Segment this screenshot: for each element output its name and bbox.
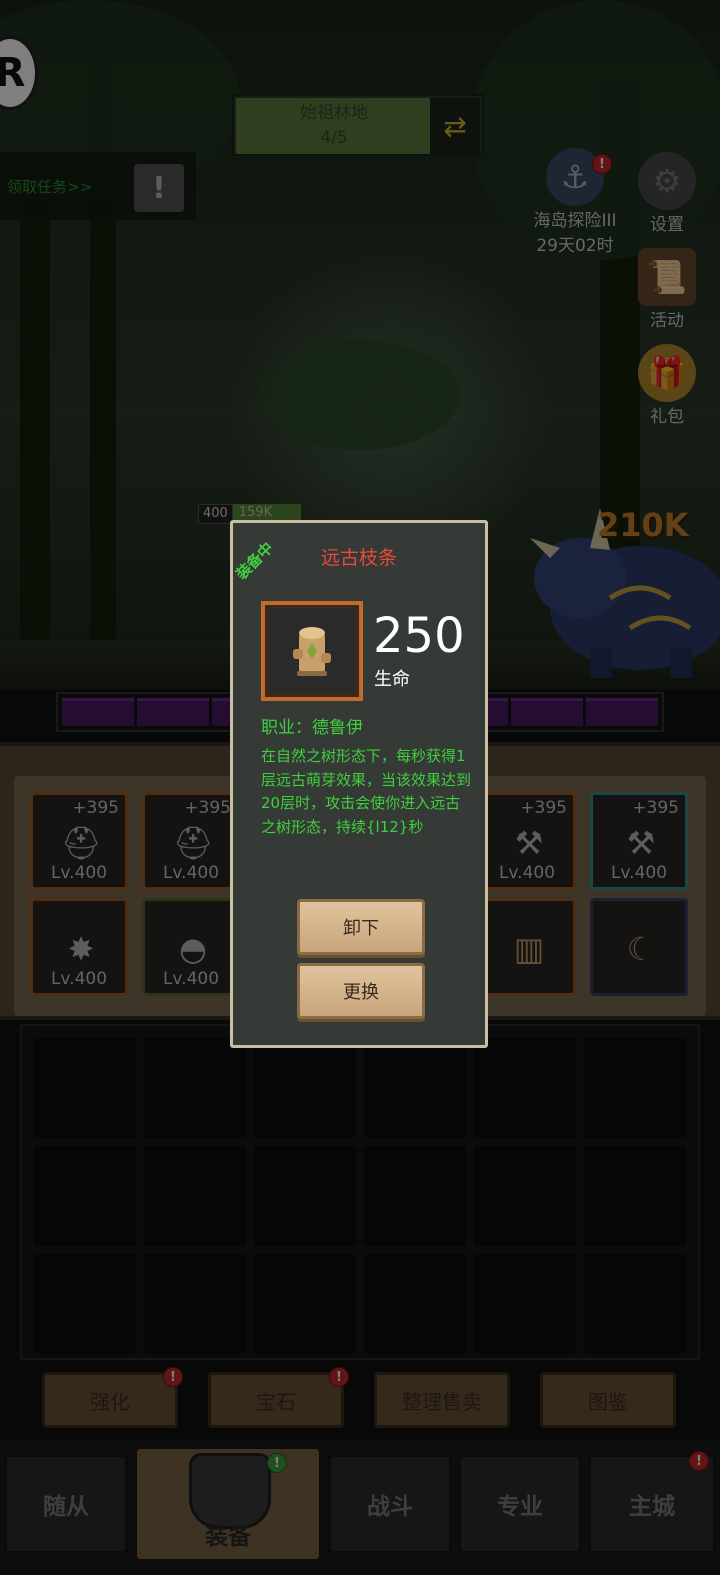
- replace-button[interactable]: 更换: [297, 963, 425, 1019]
- item-class: 职业：德鲁伊: [261, 718, 363, 738]
- wooden-branch-icon: [293, 627, 331, 676]
- unequip-button[interactable]: 卸下: [297, 899, 425, 955]
- item-description: 在自然之树形态下，每秒获得1层远古萌芽效果，当该效果达到20层时，攻击会使你进入…: [261, 747, 472, 836]
- stat-value: 250: [373, 608, 465, 664]
- item-icon-frame: [261, 601, 363, 701]
- item-icon-bg: [269, 609, 355, 693]
- item-title: 远古枝条: [320, 547, 397, 569]
- unequip-label: 卸下: [343, 918, 379, 939]
- stat-name: 生命: [374, 669, 410, 690]
- replace-label: 更换: [343, 982, 379, 1003]
- item-detail-popup: 装备中 远古枝条 250 生命 职业：德鲁伊 在自然之树形态下，每秒获得1层远古…: [230, 520, 488, 1048]
